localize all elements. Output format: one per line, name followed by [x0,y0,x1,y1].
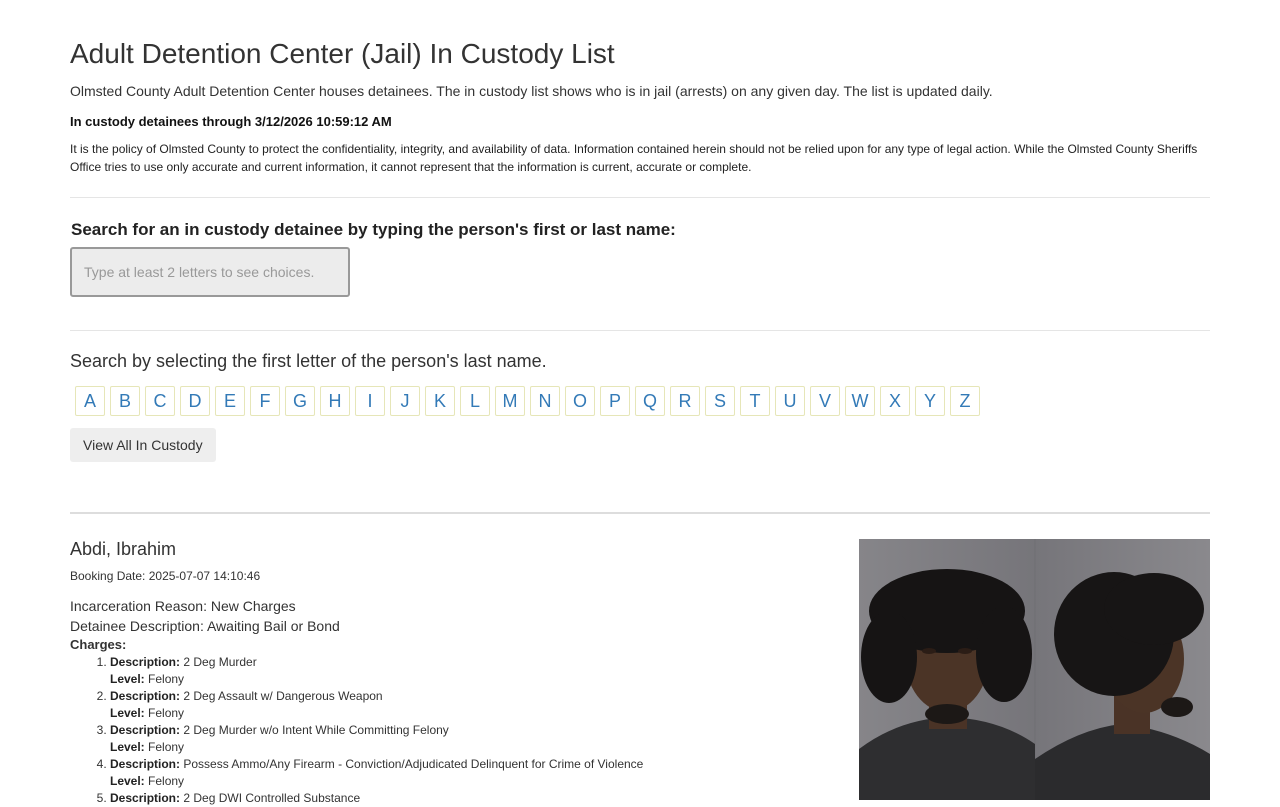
description-key: Description: [110,689,181,703]
detainee-name: Abdi, Ibrahim [70,539,177,559]
charge-description: Possess Ammo/Any Firearm - Conviction/Ad… [183,757,644,771]
charge-description: 2 Deg Assault w/ Dangerous Weapon [183,689,383,703]
letter-button-s[interactable]: S [705,386,735,416]
letter-button-n[interactable]: N [530,386,560,416]
letter-button-p[interactable]: P [600,386,630,416]
letter-button-z[interactable]: Z [950,386,980,416]
letter-button-g[interactable]: G [285,386,315,416]
letter-button-e[interactable]: E [215,386,245,416]
letter-filter-bar: ABCDEFGHIJKLMNOPQRSTUVWXYZ [75,386,980,416]
letter-button-r[interactable]: R [670,386,700,416]
letter-button-i[interactable]: I [355,386,385,416]
description-key: Description: [110,791,181,805]
charge-item: Description: 2 Deg Murder w/o Intent Whi… [110,722,643,756]
charge-description: 2 Deg Murder [183,655,257,669]
letter-button-y[interactable]: Y [915,386,945,416]
letter-button-d[interactable]: D [180,386,210,416]
charge-level: Felony [148,706,185,720]
charge-level: Felony [148,774,185,788]
intro-text: Olmsted County Adult Detention Center ho… [70,83,993,99]
letter-button-w[interactable]: W [845,386,875,416]
letter-button-k[interactable]: K [425,386,455,416]
charges-list: Description: 2 Deg MurderLevel: FelonyDe… [70,654,643,807]
booking-date: Booking Date: 2025-07-07 14:10:46 [70,569,261,583]
divider [70,330,1210,331]
divider [70,197,1210,198]
charge-item: Description: 2 Deg Assault w/ Dangerous … [110,688,643,722]
view-all-in-custody-button[interactable]: View All In Custody [70,428,216,462]
name-search-input[interactable] [70,247,350,297]
letter-button-l[interactable]: L [460,386,490,416]
description-key: Description: [110,655,181,669]
charge-item: Description: 2 Deg Murder Level: Felony [110,654,643,688]
charge-description: 2 Deg DWI Controlled Substance [183,791,361,805]
letter-button-q[interactable]: Q [635,386,665,416]
letter-button-u[interactable]: U [775,386,805,416]
letter-button-t[interactable]: T [740,386,770,416]
charge-item: Description: 2 Deg DWI Controlled Substa… [110,790,643,807]
level-key: Level: [110,774,145,788]
description-key: Description: [110,757,181,771]
search-label: Search for an in custody detainee by typ… [71,220,676,239]
level-key: Level: [110,706,145,720]
mugshot-image [859,539,1210,800]
letter-button-j[interactable]: J [390,386,420,416]
letter-button-f[interactable]: F [250,386,280,416]
level-key: Level: [110,740,145,754]
letter-button-c[interactable]: C [145,386,175,416]
disclaimer-text: It is the policy of Olmsted County to pr… [70,142,1198,174]
charge-level: Felony [148,740,185,754]
charge-item: Description: Possess Ammo/Any Firearm - … [110,756,643,790]
divider [70,512,1210,514]
custody-through-date: In custody detainees through 3/12/2026 1… [70,114,392,129]
booking-photo [859,539,1210,800]
charge-level: Felony [148,672,185,686]
page-title: Adult Detention Center (Jail) In Custody… [70,38,615,69]
letter-button-x[interactable]: X [880,386,910,416]
detainee-description: Detainee Description: Awaiting Bail or B… [70,618,340,634]
letter-search-label: Search by selecting the first letter of … [70,351,547,371]
description-key: Description: [110,723,181,737]
charges-label: Charges: [70,637,127,652]
letter-button-b[interactable]: B [110,386,140,416]
letter-button-m[interactable]: M [495,386,525,416]
letter-button-v[interactable]: V [810,386,840,416]
level-key: Level: [110,672,145,686]
charge-description: 2 Deg Murder w/o Intent While Committing… [183,723,449,737]
letter-button-a[interactable]: A [75,386,105,416]
letter-button-h[interactable]: H [320,386,350,416]
incarceration-reason: Incarceration Reason: New Charges [70,598,296,614]
letter-button-o[interactable]: O [565,386,595,416]
